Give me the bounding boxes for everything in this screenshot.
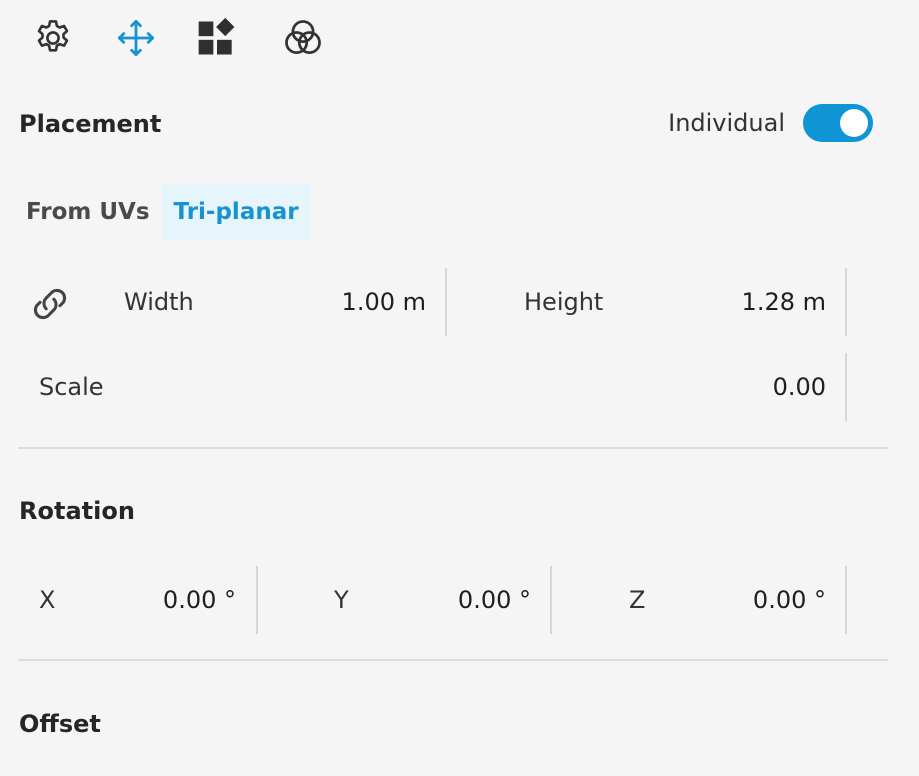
rotation-x-label: X <box>39 586 56 614</box>
rotation-y-field[interactable]: Y 0.00 ° <box>334 566 531 634</box>
height-value: 1.28 m <box>741 288 826 316</box>
rotation-y-value: 0.00 ° <box>457 586 531 614</box>
scale-value: 0.00 <box>772 373 826 401</box>
tab-tri-planar[interactable]: Tri-planar <box>161 184 311 240</box>
gear-icon[interactable] <box>31 16 75 60</box>
rotation-title: Rotation <box>19 497 135 525</box>
placement-mode-tabs: From UVs Tri-planar <box>14 184 311 240</box>
height-label: Height <box>524 288 604 316</box>
link-icon[interactable] <box>26 280 74 328</box>
width-field[interactable]: Width 1.00 m <box>124 268 426 336</box>
toolbar <box>0 0 919 80</box>
section-divider <box>18 447 888 449</box>
rotation-z-value: 0.00 ° <box>752 586 826 614</box>
rotation-y-label: Y <box>334 586 349 614</box>
individual-toggle[interactable] <box>803 104 873 142</box>
toggle-knob <box>840 109 868 137</box>
width-value: 1.00 m <box>341 288 426 316</box>
field-divider <box>550 566 552 634</box>
width-label: Width <box>124 288 194 316</box>
rotation-x-field[interactable]: X 0.00 ° <box>39 566 236 634</box>
field-divider <box>845 268 847 336</box>
rotation-z-label: Z <box>629 586 646 614</box>
shapes-icon[interactable] <box>195 16 239 60</box>
field-divider <box>845 566 847 634</box>
field-divider <box>256 566 258 634</box>
move-icon[interactable] <box>114 16 158 60</box>
individual-toggle-group: Individual <box>668 100 873 146</box>
section-divider <box>18 659 888 661</box>
placement-title: Placement <box>19 110 162 138</box>
individual-label: Individual <box>668 109 785 137</box>
scale-field[interactable]: Scale 0.00 <box>39 353 826 421</box>
field-divider <box>845 353 847 421</box>
scale-label: Scale <box>39 373 104 401</box>
field-divider <box>445 268 447 336</box>
color-channels-icon[interactable] <box>281 16 325 60</box>
rotation-z-field[interactable]: Z 0.00 ° <box>629 566 826 634</box>
tab-from-uvs[interactable]: From UVs <box>14 184 162 240</box>
height-field[interactable]: Height 1.28 m <box>524 268 826 336</box>
rotation-x-value: 0.00 ° <box>162 586 236 614</box>
offset-title: Offset <box>19 710 101 738</box>
